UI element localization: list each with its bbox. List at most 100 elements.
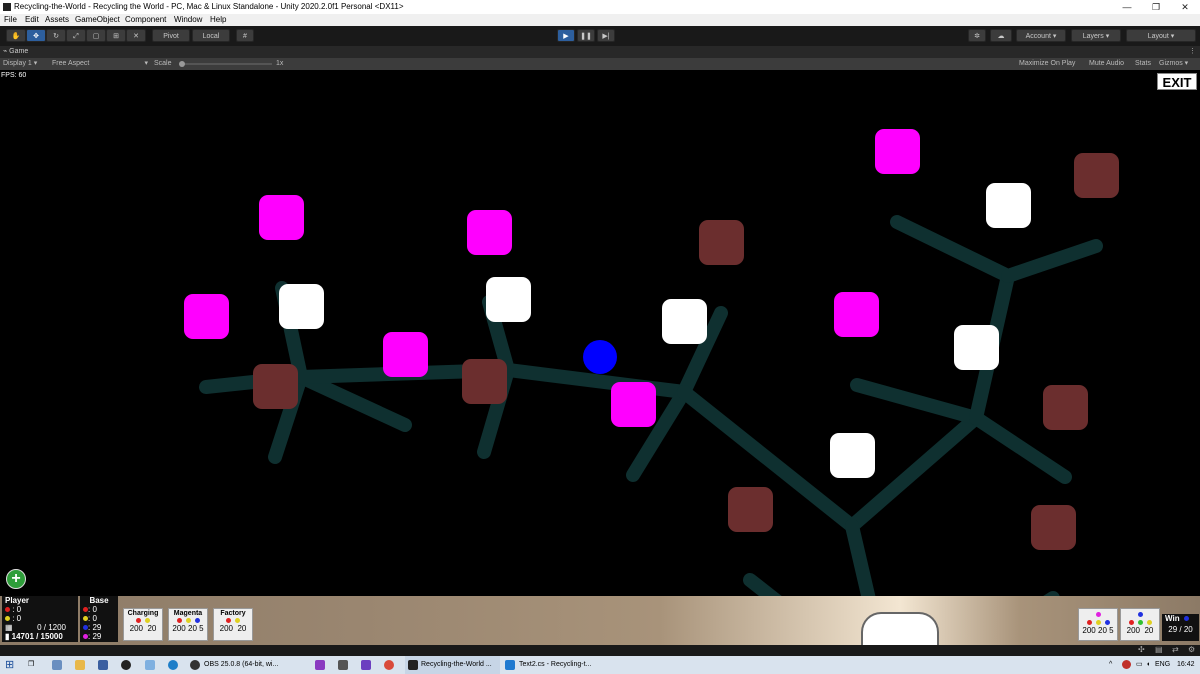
magenta-build-card[interactable]: Magenta 200 20 5	[168, 608, 208, 641]
right2-cost-a: 200	[1126, 626, 1140, 635]
play-button[interactable]: ▶	[557, 29, 575, 42]
charging-build-card[interactable]: Charging 200 20	[123, 608, 163, 641]
transform-tool-icon[interactable]: ⊞	[106, 29, 126, 42]
right-build-card-1[interactable]: 200 20 5	[1078, 608, 1118, 641]
blue-dot-icon	[194, 618, 200, 623]
custom-tool-icon[interactable]: ✕	[126, 29, 146, 42]
maximize-on-play-toggle[interactable]: Maximize On Play	[1019, 58, 1075, 70]
layers-dropdown[interactable]: Layers ▾	[1071, 29, 1121, 42]
red-dot-icon	[136, 618, 141, 623]
github-icon[interactable]	[121, 660, 131, 670]
network-icon[interactable]: ▭	[1136, 656, 1143, 674]
hub-node[interactable]	[279, 284, 324, 329]
edge-icon[interactable]	[168, 660, 178, 670]
hub-node[interactable]	[830, 433, 875, 478]
hub-node[interactable]	[486, 277, 531, 322]
magenta-node[interactable]	[834, 292, 879, 337]
rect-tool-icon[interactable]: ▢	[86, 29, 106, 42]
player-yellow: : 0	[12, 614, 22, 623]
scale-slider-thumb[interactable]	[179, 61, 185, 67]
menu-edit[interactable]: Edit	[25, 15, 39, 24]
clock[interactable]: 16:42	[1177, 656, 1195, 674]
win-value: 29 / 20	[1168, 625, 1193, 634]
windows-start-icon[interactable]: ⊞	[5, 656, 14, 674]
brown-node[interactable]	[728, 487, 773, 532]
visual-studio-icon[interactable]	[361, 660, 371, 670]
magenta-node[interactable]	[184, 294, 229, 339]
taskbar-app-icon[interactable]	[52, 660, 62, 670]
cloud-icon[interactable]: ☁	[990, 29, 1012, 42]
hub-node[interactable]	[662, 299, 707, 344]
taskbar-obs[interactable]: OBS 25.0.8 (64-bit, wi...	[190, 656, 305, 674]
collab-icon[interactable]: ✲	[968, 29, 986, 42]
file-explorer-icon[interactable]	[75, 660, 85, 670]
brown-node[interactable]	[1031, 505, 1076, 550]
minimize-button[interactable]: —	[1112, 0, 1142, 14]
player-energy: 14701 / 15000	[11, 632, 63, 641]
volume-icon[interactable]: ◖	[1146, 656, 1150, 674]
unity-label: Recycling-the-World ...	[421, 661, 492, 668]
visual-studio-preview-icon[interactable]	[315, 660, 325, 670]
magenta-node[interactable]	[467, 210, 512, 255]
local-toggle[interactable]: Local	[192, 29, 230, 42]
scale-slider[interactable]	[179, 61, 272, 67]
task-view-icon[interactable]: ❒	[28, 656, 34, 674]
auto-generate-icon: ⚙	[1188, 645, 1196, 654]
gizmos-dropdown[interactable]: Gizmos ▾	[1159, 58, 1188, 70]
menu-file[interactable]: File	[4, 15, 17, 24]
chrome-icon[interactable]	[384, 660, 394, 670]
tab-menu-icon[interactable]: ⋮	[1189, 46, 1196, 58]
paint-app-icon[interactable]	[145, 660, 155, 670]
menu-assets[interactable]: Assets	[45, 15, 69, 24]
taskbar-unity[interactable]: Recycling-the-World ...	[405, 656, 500, 674]
brown-node[interactable]	[253, 364, 298, 409]
pause-button[interactable]: ❚❚	[577, 29, 595, 42]
base-blue: : 29	[88, 623, 102, 632]
magenta-node[interactable]	[383, 332, 428, 377]
rotate-tool-icon[interactable]: ↻	[46, 29, 66, 42]
energy-icon: ▮	[5, 632, 10, 641]
display-dropdown[interactable]: Display 1 ▾	[3, 58, 37, 70]
exit-button[interactable]: EXIT	[1157, 73, 1197, 90]
tray-chevron-icon[interactable]: ^	[1109, 656, 1112, 674]
right-build-card-2[interactable]: 200 20	[1120, 608, 1160, 641]
hub-node[interactable]	[954, 325, 999, 370]
unity-hub-icon[interactable]	[338, 660, 348, 670]
brown-node[interactable]	[1074, 153, 1119, 198]
menu-component[interactable]: Component	[125, 15, 166, 24]
account-dropdown[interactable]: Account ▾	[1016, 29, 1066, 42]
aspect-dropdown[interactable]: Free Aspect ▾	[52, 58, 148, 70]
move-tool-icon[interactable]: ✥	[26, 29, 46, 42]
maximize-button[interactable]: ❐	[1141, 0, 1171, 14]
grid-snap-icon[interactable]: #	[236, 29, 254, 42]
menu-gameobject[interactable]: GameObject	[75, 15, 120, 24]
brown-node[interactable]	[1043, 385, 1088, 430]
save-app-icon[interactable]	[98, 660, 108, 670]
factory-build-card[interactable]: Factory 200 20	[213, 608, 253, 641]
language-indicator[interactable]: ENG	[1155, 656, 1170, 674]
hand-tool-icon[interactable]: ✋	[6, 29, 26, 42]
unity-app-icon	[3, 3, 11, 11]
game-tab[interactable]: ⌁ Game	[3, 46, 28, 58]
brown-node[interactable]	[462, 359, 507, 404]
magenta-node[interactable]	[875, 129, 920, 174]
tray-app-icon[interactable]	[1122, 660, 1131, 669]
pivot-toggle[interactable]: Pivot	[152, 29, 190, 42]
game-viewport[interactable]: FPS: 60 EXIT + Player : 0 : 0 ▦ 0 / 1200 …	[0, 70, 1200, 645]
hub-node[interactable]	[986, 183, 1031, 228]
menu-help[interactable]: Help	[210, 15, 226, 24]
magenta-node[interactable]	[611, 382, 656, 427]
taskbar-vscode[interactable]: Text2.cs - Recycling-t...	[505, 656, 605, 674]
step-button[interactable]: ▶|	[597, 29, 615, 42]
magenta-node[interactable]	[259, 195, 304, 240]
menu-window[interactable]: Window	[174, 15, 202, 24]
magenta-cost-a: 200	[172, 624, 186, 633]
close-button[interactable]: ✕	[1170, 0, 1200, 14]
layout-dropdown[interactable]: Layout ▾	[1126, 29, 1196, 42]
stats-toggle[interactable]: Stats	[1135, 58, 1151, 70]
yellow-dot-icon	[185, 618, 191, 623]
scale-tool-icon[interactable]: ⤢	[66, 29, 86, 42]
mute-audio-toggle[interactable]: Mute Audio	[1089, 58, 1124, 70]
brown-node[interactable]	[699, 220, 744, 265]
factory-base-structure[interactable]	[861, 612, 939, 645]
